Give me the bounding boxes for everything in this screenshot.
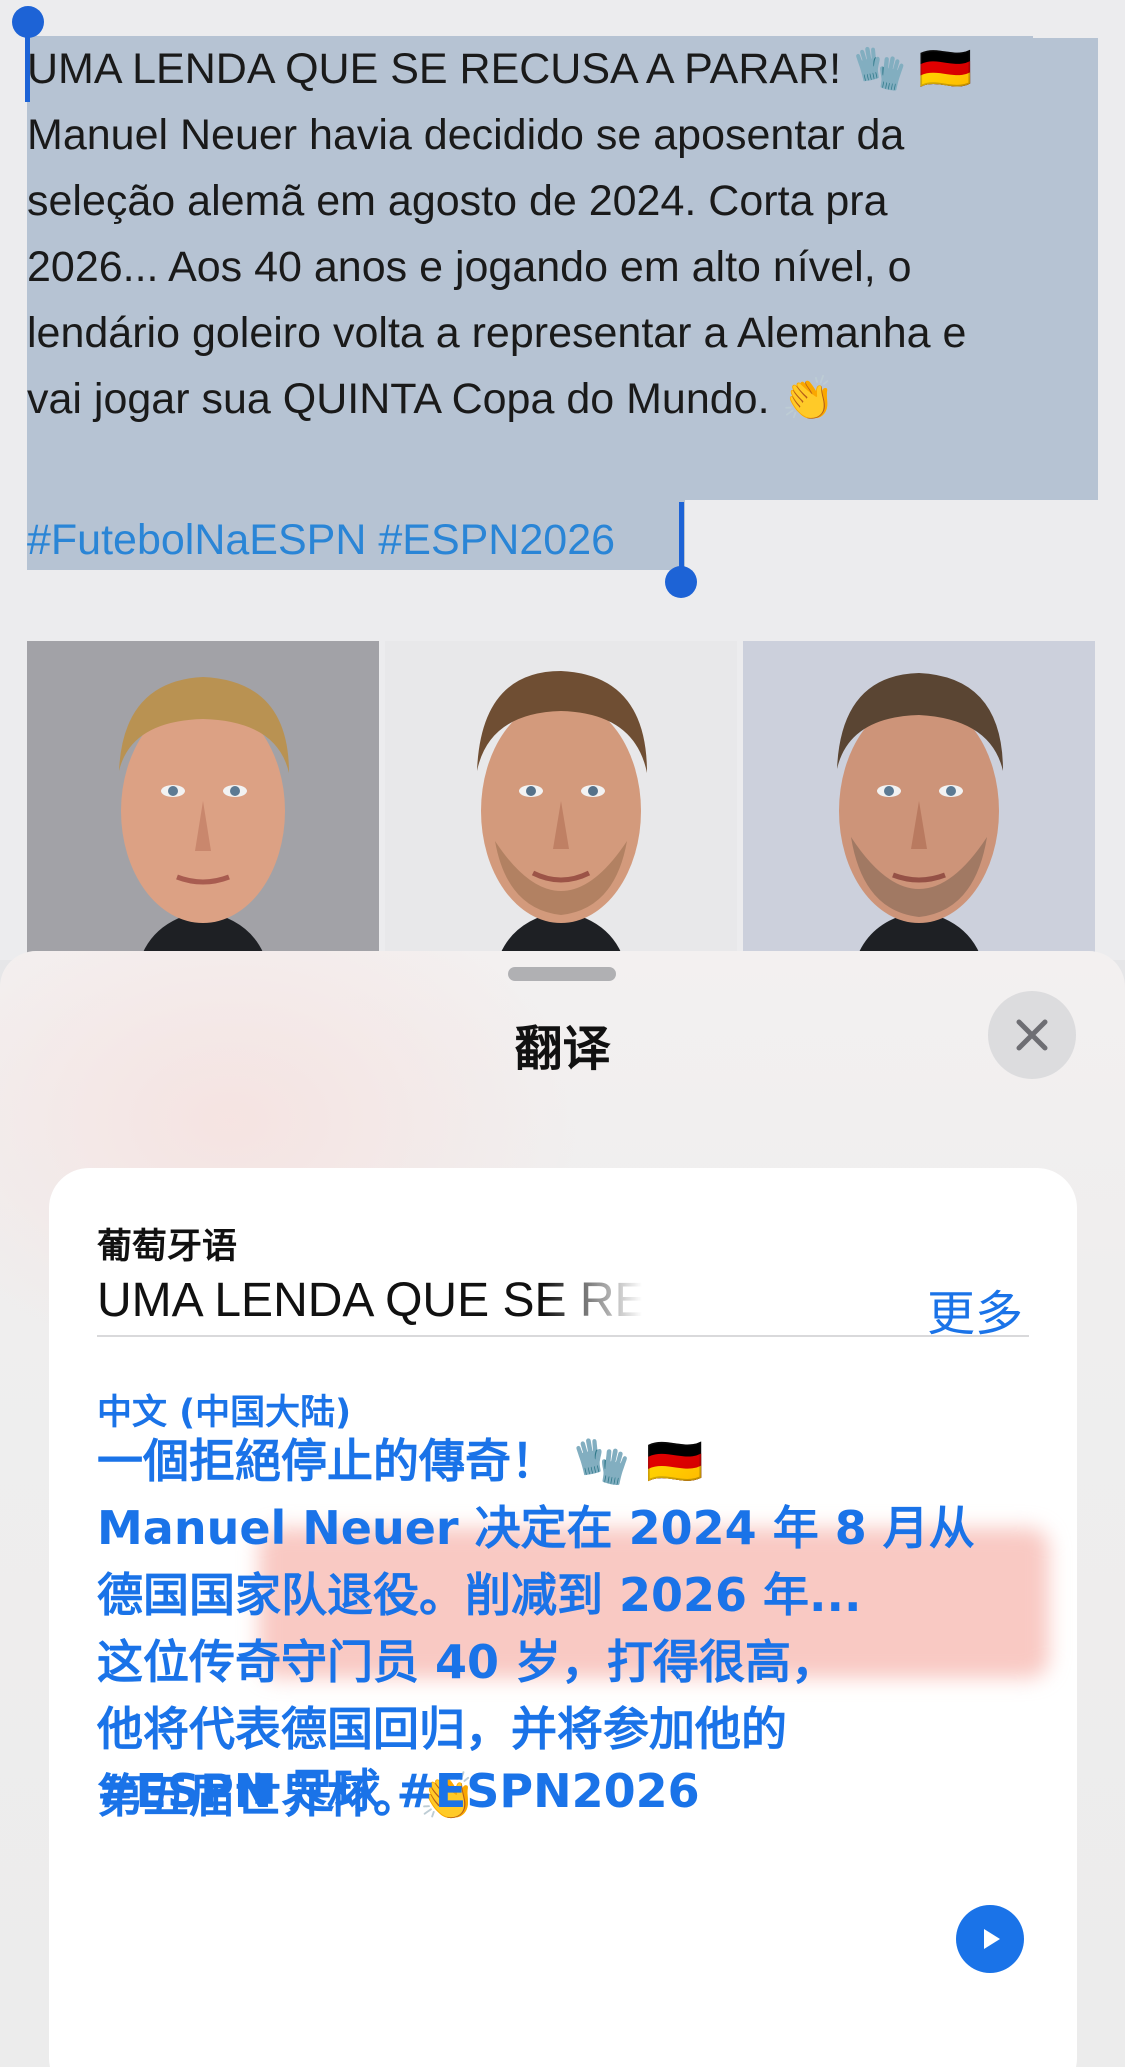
sheet-title: 翻译 bbox=[514, 1021, 611, 1077]
close-button[interactable] bbox=[988, 991, 1076, 1079]
tweet-content: UMA LENDA QUE SE RECUSA A PARAR! 🧤 🇩🇪 Ma… bbox=[0, 0, 1125, 971]
tweet-text[interactable]: UMA LENDA QUE SE RECUSA A PARAR! 🧤 🇩🇪 Ma… bbox=[27, 36, 1087, 432]
xmark-icon bbox=[1016, 1019, 1048, 1051]
source-language-label: 葡萄牙语 bbox=[97, 1227, 238, 1267]
translated-hashtags: #ESPN 足球 #ESPN2026 bbox=[97, 1764, 700, 1818]
translation-card: 葡萄牙语 UMA LENDA QUE SE RECUSA A PARAR! 更多… bbox=[49, 1168, 1077, 2067]
source-text: UMA LENDA QUE SE RECUSA A PARAR! bbox=[97, 1274, 642, 1327]
selection-start-knob[interactable] bbox=[12, 6, 44, 38]
play-icon bbox=[984, 1929, 1000, 1949]
more-button[interactable]: 更多 bbox=[927, 1274, 1023, 1344]
divider bbox=[97, 1335, 1029, 1337]
player-photo[interactable] bbox=[385, 641, 737, 971]
player-photo[interactable] bbox=[27, 641, 379, 971]
player-photo[interactable] bbox=[743, 641, 1095, 971]
selection-end-knob[interactable] bbox=[665, 566, 697, 598]
translate-sheet: 翻译 葡萄牙语 UMA LENDA QUE SE RECUSA A PARAR!… bbox=[0, 951, 1125, 2067]
tweet-hashtags[interactable]: #FutebolNaESPN #ESPN2026 bbox=[27, 507, 615, 573]
sheet-grabber[interactable] bbox=[508, 967, 616, 981]
tweet-media-grid[interactable] bbox=[27, 641, 1095, 971]
play-button[interactable] bbox=[956, 1905, 1024, 1973]
